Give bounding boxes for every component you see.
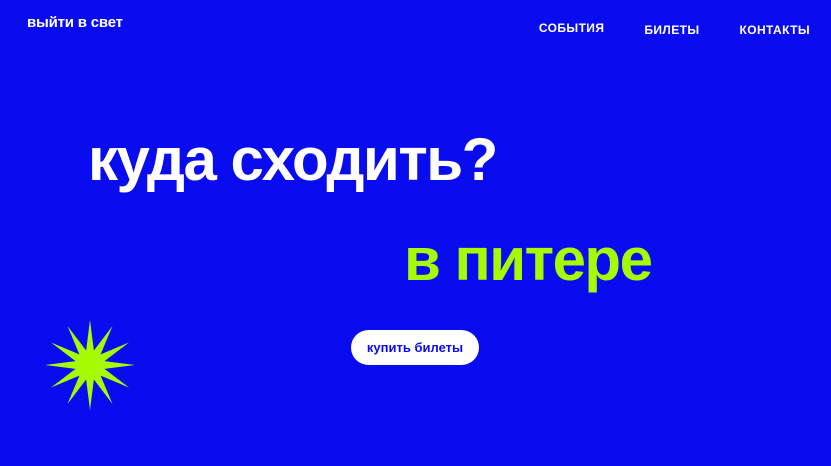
main-nav: СОБЫТИЯ БИЛЕТЫ КОНТАКТЫ — [539, 20, 810, 38]
nav-link-contacts[interactable]: КОНТАКТЫ — [740, 22, 810, 38]
starburst-icon — [45, 320, 135, 410]
logo[interactable]: выйти в свет — [27, 13, 123, 33]
hero-headline-primary: куда сходить? — [88, 126, 498, 193]
nav-link-events[interactable]: СОБЫТИЯ — [539, 20, 604, 38]
nav-link-tickets[interactable]: БИЛЕТЫ — [644, 22, 699, 38]
hero-headline-secondary: в питере — [404, 226, 653, 293]
buy-tickets-button[interactable]: купить билеты — [351, 330, 479, 365]
